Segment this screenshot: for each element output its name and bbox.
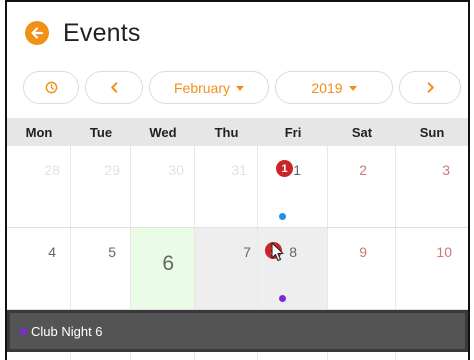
event-dot	[279, 295, 286, 302]
day-cell[interactable]: 4	[7, 228, 71, 309]
day-cell-today[interactable]: 6	[131, 228, 195, 309]
caret-down-icon	[348, 86, 357, 91]
page-title: Events	[63, 18, 141, 47]
day-number: 7	[243, 244, 251, 260]
year-select-value: 2019	[311, 79, 343, 96]
event-dot	[279, 213, 286, 220]
day-cell[interactable]	[71, 352, 131, 360]
event-item[interactable]: Club Night 6	[7, 310, 468, 352]
event-count-badge: 1	[276, 160, 293, 177]
day-cell[interactable]: 5	[71, 228, 131, 309]
week-row	[7, 352, 468, 360]
week-row: 4 5 6 7 1 8 9 10	[7, 228, 468, 310]
day-cell[interactable]: 1 1	[258, 146, 328, 227]
events-panel: Events February 2019 Mon Tue Wed Thu Fri…	[5, 0, 470, 360]
event-color-dot	[20, 327, 27, 335]
day-cell[interactable]: 3	[396, 146, 468, 227]
day-cell[interactable]	[396, 352, 468, 360]
day-number: 31	[231, 162, 247, 178]
day-number: 30	[168, 162, 184, 178]
back-button[interactable]	[25, 21, 49, 45]
weekday-wed: Wed	[149, 124, 177, 140]
event-label: Club Night 6	[31, 323, 103, 339]
day-cell-selected[interactable]: 1 8	[258, 228, 328, 309]
day-number: 4	[48, 244, 56, 260]
header: Events	[25, 16, 141, 50]
day-cell-selected[interactable]: 7	[195, 228, 258, 309]
weekday-sat: Sat	[351, 124, 373, 140]
week-row: 28 29 30 31 1 1 2 3	[7, 146, 468, 228]
clock-icon	[45, 81, 57, 94]
day-cell[interactable]	[258, 352, 328, 360]
weekday-thu: Thu	[214, 124, 239, 140]
chevron-right-icon	[427, 82, 434, 93]
prev-month-button[interactable]	[85, 71, 143, 104]
day-number: 5	[108, 244, 116, 260]
weekday-mon: Mon	[25, 124, 53, 140]
day-number: 8	[289, 244, 297, 260]
calendar-toolbar: February 2019	[23, 71, 468, 105]
day-number: 2	[359, 162, 367, 178]
weekday-sun: Sun	[419, 124, 445, 140]
day-number: 9	[359, 244, 367, 260]
weekday-header: Mon Tue Wed Thu Fri Sat Sun	[7, 118, 468, 146]
day-cell[interactable]: 2	[328, 146, 396, 227]
day-number: 6	[162, 252, 174, 275]
day-cell[interactable]	[195, 352, 258, 360]
caret-down-icon	[236, 86, 245, 91]
mouse-pointer-icon	[271, 242, 284, 262]
day-cell[interactable]	[7, 352, 71, 360]
day-number: 10	[436, 244, 452, 260]
today-button[interactable]	[23, 71, 79, 104]
calendar-grid: 28 29 30 31 1 1 2 3 4 5 6 7 1 8 9 10	[7, 146, 468, 310]
day-cell[interactable]	[131, 352, 195, 360]
day-number: 29	[104, 162, 120, 178]
day-cell[interactable]: 28	[7, 146, 71, 227]
day-cell[interactable]: 10	[396, 228, 468, 309]
year-select[interactable]: 2019	[275, 71, 393, 104]
month-select[interactable]: February	[149, 71, 269, 104]
chevron-left-icon	[110, 82, 117, 93]
day-cell[interactable]: 30	[131, 146, 195, 227]
month-select-value: February	[173, 79, 231, 96]
day-number: 28	[44, 162, 60, 178]
day-number: 1	[293, 162, 301, 178]
weekday-tue: Tue	[89, 124, 113, 140]
day-cell[interactable]: 29	[71, 146, 131, 227]
day-cell[interactable]: 9	[328, 228, 396, 309]
weekday-fri: Fri	[284, 124, 302, 140]
day-number: 3	[442, 162, 450, 178]
arrow-left-icon	[31, 27, 44, 39]
day-cell[interactable]: 31	[195, 146, 258, 227]
next-month-button[interactable]	[399, 71, 461, 104]
day-cell[interactable]	[328, 352, 396, 360]
